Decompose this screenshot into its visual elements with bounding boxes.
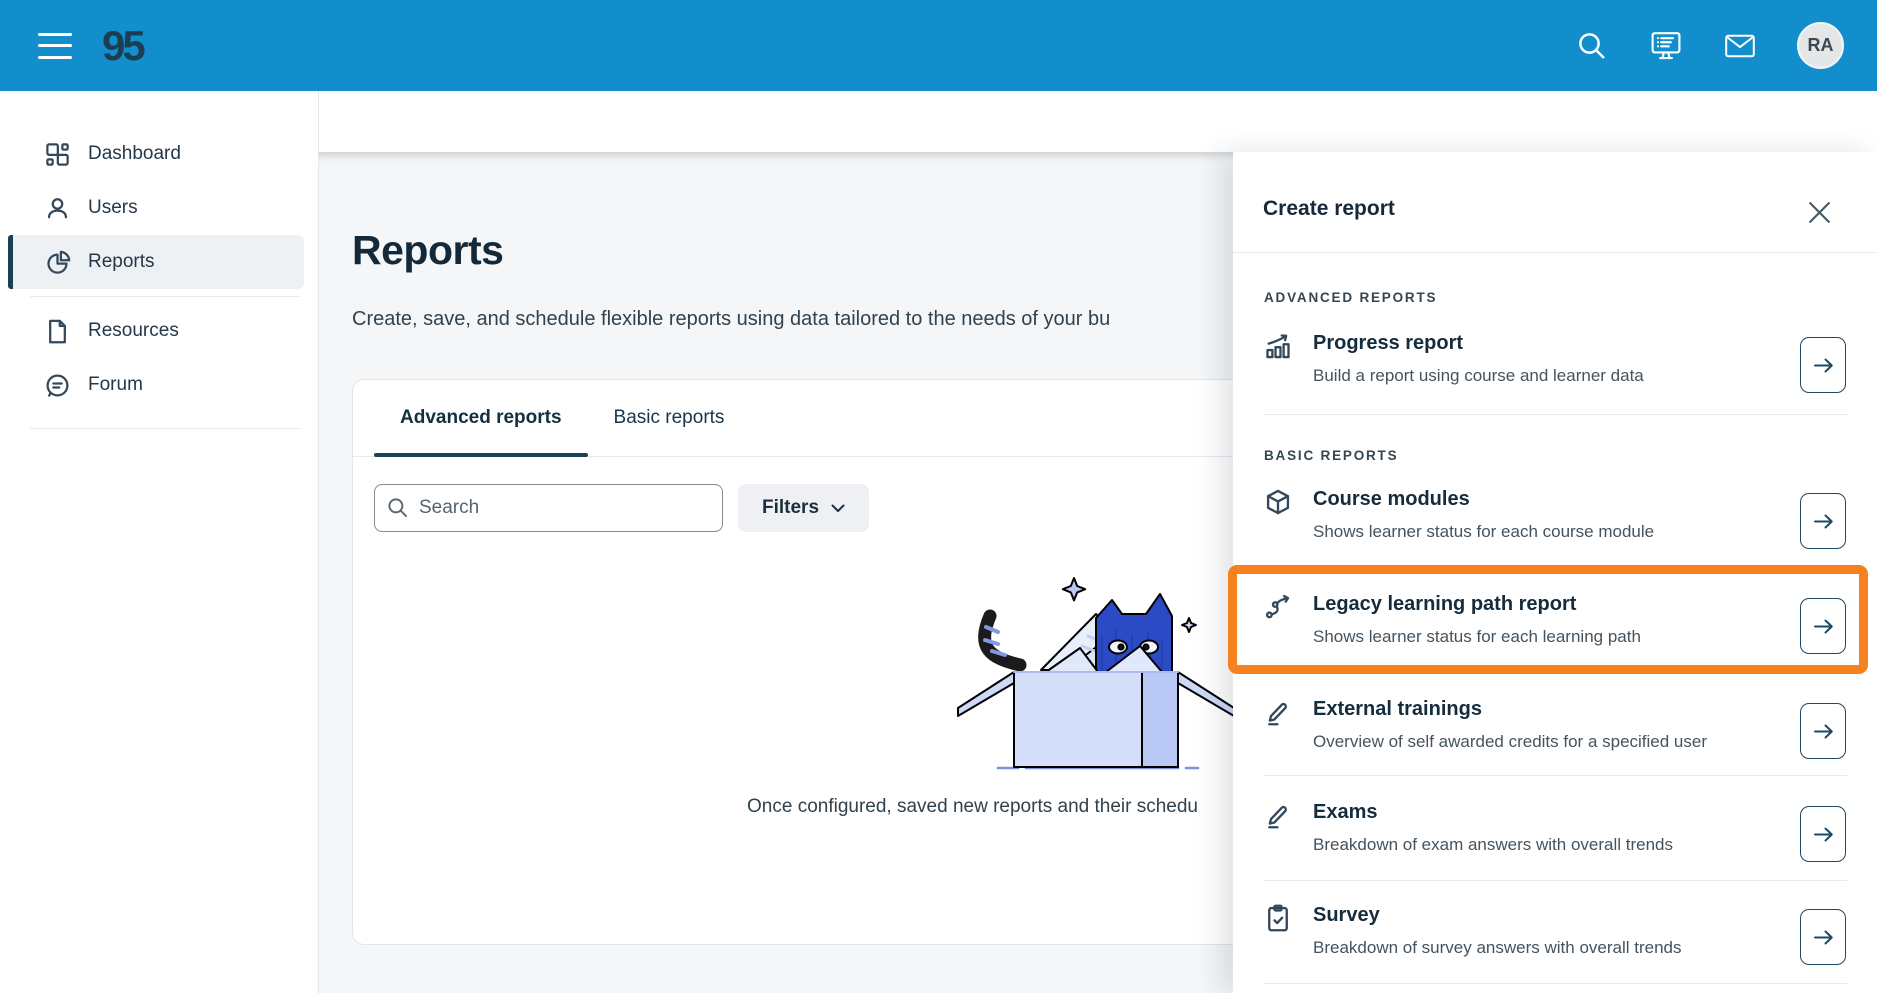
sidebar-divider (30, 428, 300, 429)
page-title: Reports (352, 227, 504, 273)
arrow-right-icon (1813, 930, 1833, 944)
filters-label: Filters (762, 497, 820, 518)
report-option-external-trainings[interactable]: External trainings Overview of self awar… (1233, 688, 1877, 780)
sidebar-item-resources[interactable]: Resources (0, 304, 318, 358)
panel-header-divider (1233, 252, 1877, 253)
report-option-title: Exams (1313, 801, 1378, 823)
pie-chart-icon (44, 249, 71, 276)
report-option-title: Course modules (1313, 488, 1470, 510)
pencil-icon (1264, 698, 1292, 726)
page-description: Create, save, and schedule flexible repo… (352, 308, 1111, 330)
create-report-panel: Create report ADVANCED REPORTS Progress … (1233, 152, 1877, 993)
report-option-legacy-learning-path[interactable]: Legacy learning path report Shows learne… (1233, 583, 1877, 675)
report-option-survey[interactable]: Survey Breakdown of survey answers with … (1233, 894, 1877, 986)
sidebar-item-reports[interactable]: Reports (8, 235, 304, 289)
brand-logo: 95 (102, 21, 146, 69)
page-header-strip (319, 91, 1877, 152)
list-controls: Filters (374, 484, 870, 532)
panel-divider (1263, 775, 1847, 776)
top-navigation-bar: 95 RA (0, 0, 1877, 91)
arrow-right-icon (1813, 724, 1833, 738)
sidebar-item-dashboard[interactable]: Dashboard (0, 127, 318, 181)
panel-divider (1263, 672, 1847, 673)
open-report-arrow-button[interactable] (1800, 337, 1846, 393)
open-report-arrow-button[interactable] (1800, 909, 1846, 965)
avatar-initials: RA (1807, 35, 1834, 55)
sidebar-item-forum[interactable]: Forum (0, 358, 318, 412)
section-label-basic: BASIC REPORTS (1264, 448, 1399, 463)
mail-icon[interactable] (1723, 29, 1757, 63)
arrow-right-icon (1813, 827, 1833, 841)
report-option-title: Progress report (1313, 332, 1464, 354)
chevron-down-icon (831, 504, 845, 512)
empty-state-caption: Once configured, saved new reports and t… (747, 796, 1198, 817)
avatar[interactable]: RA (1797, 22, 1844, 69)
section-label-advanced: ADVANCED REPORTS (1264, 290, 1438, 305)
panel-divider (1263, 880, 1847, 881)
close-icon[interactable] (1799, 192, 1839, 232)
search-icon (387, 497, 408, 518)
report-option-title: External trainings (1313, 698, 1482, 720)
report-option-desc: Shows learner status for each learning p… (1313, 627, 1641, 646)
sidebar-item-users[interactable]: Users (0, 181, 318, 235)
panel-divider (1263, 567, 1847, 568)
sidebar-divider (30, 296, 300, 297)
arrow-right-icon (1813, 514, 1833, 528)
search-input[interactable] (374, 484, 723, 532)
path-nodes-icon (1264, 593, 1292, 621)
report-option-title: Legacy learning path report (1313, 593, 1577, 615)
report-option-progress-report[interactable]: Progress report Build a report using cou… (1233, 322, 1877, 414)
document-icon (44, 318, 71, 345)
search-icon[interactable] (1575, 29, 1609, 63)
report-option-title: Survey (1313, 904, 1380, 926)
open-report-arrow-button[interactable] (1800, 703, 1846, 759)
panel-title: Create report (1263, 197, 1395, 220)
open-report-arrow-button[interactable] (1800, 806, 1846, 862)
tab-basic-reports[interactable]: Basic reports (588, 380, 751, 456)
sidebar-item-label: Reports (88, 251, 155, 272)
report-option-desc: Build a report using course and learner … (1313, 366, 1644, 385)
sidebar-item-label: Users (88, 197, 138, 218)
filters-button[interactable]: Filters (738, 484, 870, 532)
user-icon (44, 195, 71, 222)
sidebar-item-label: Forum (88, 374, 143, 395)
panel-divider (1263, 414, 1847, 415)
empty-state-illustration (946, 552, 1246, 784)
report-option-exams[interactable]: Exams Breakdown of exam answers with ove… (1233, 791, 1877, 883)
panel-divider (1263, 983, 1847, 984)
tab-advanced-reports[interactable]: Advanced reports (374, 380, 588, 457)
report-option-desc: Overview of self awarded credits for a s… (1313, 732, 1708, 751)
arrow-right-icon (1813, 358, 1833, 372)
open-report-arrow-button[interactable] (1800, 493, 1846, 549)
sidebar-item-label: Dashboard (88, 143, 181, 164)
app-root: 95 RA Dashboard Users Reports Resources … (0, 0, 1877, 993)
menu-icon[interactable] (38, 32, 72, 59)
open-report-arrow-button[interactable] (1800, 598, 1846, 654)
report-option-desc: Breakdown of survey answers with overall… (1313, 938, 1682, 957)
search-box (374, 484, 723, 532)
report-option-course-modules[interactable]: Course modules Shows learner status for … (1233, 478, 1877, 570)
cube-icon (1264, 488, 1292, 516)
bar-chart-arrow-icon (1264, 332, 1292, 360)
arrow-right-icon (1813, 619, 1833, 633)
pencil-icon (1264, 801, 1292, 829)
report-option-desc: Shows learner status for each course mod… (1313, 522, 1655, 541)
sidebar: Dashboard Users Reports Resources Forum (0, 91, 319, 993)
clipboard-check-icon (1264, 904, 1292, 932)
speech-bubble-icon (44, 372, 71, 399)
report-option-desc: Breakdown of exam answers with overall t… (1313, 835, 1673, 854)
sidebar-item-label: Resources (88, 320, 179, 341)
presentation-icon[interactable] (1649, 29, 1683, 63)
dashboard-icon (44, 141, 71, 168)
